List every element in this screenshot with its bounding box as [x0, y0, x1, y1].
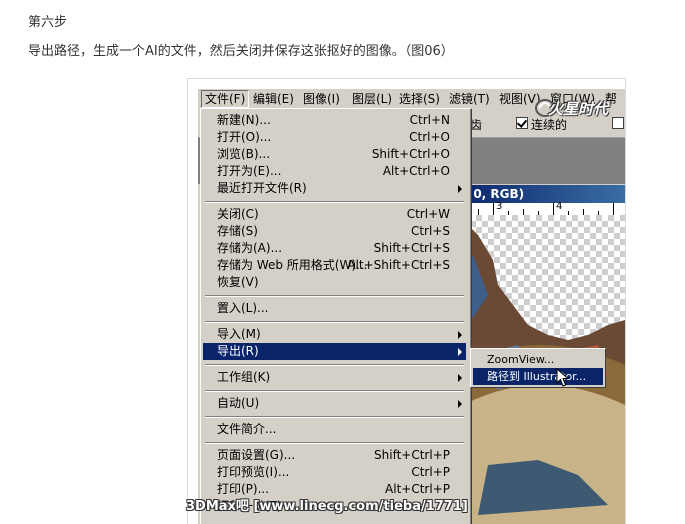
menu-item-shortcut: Shift+Ctrl+S: [373, 241, 450, 255]
menu-item-shortcut: Alt+Ctrl+O: [382, 164, 450, 178]
menu-item-label: 存储(S): [217, 224, 258, 238]
menu-item-label: 存储为(A)...: [217, 241, 283, 255]
menu-separator: [205, 201, 464, 203]
menu-separator: [205, 390, 464, 392]
menu-item-export[interactable]: 导出(R): [203, 343, 466, 360]
hxsd-logo-text: 火星时代: [548, 100, 609, 118]
submenu-arrow-icon: [458, 331, 462, 339]
menu-item-label: 导出(R): [217, 344, 259, 358]
menu-layer[interactable]: 图层(L): [349, 91, 395, 107]
menu-item-shortcut: Shift+Ctrl+P: [374, 448, 450, 462]
submenu-arrow-icon: [458, 374, 462, 382]
menu-item-label: 文件简介...: [217, 422, 277, 436]
menu-separator: [205, 295, 464, 297]
menu-separator: [205, 364, 464, 366]
step-description: 导出路径，生成一个AI的文件，然后关闭并保存这张抠好的图像。（图06）: [28, 44, 454, 59]
menu-item-revert[interactable]: 恢复(V): [203, 274, 466, 291]
menu-filter[interactable]: 滤镜(T): [446, 91, 493, 107]
document-title-bar: e 0, RGB): [458, 185, 625, 203]
mouse-cursor-icon: [556, 368, 570, 387]
menu-item-shortcut: Ctrl+W: [406, 207, 450, 221]
photoshop-window: 文件(F) 编辑(E) 图像(I) 图层(L) 选择(S) 滤镜(T) 视图(V…: [198, 89, 625, 524]
menu-item-import[interactable]: 导入(M): [203, 326, 466, 343]
menu-item-label: 工作组(K): [217, 370, 271, 384]
contiguous-checkbox[interactable]: [516, 117, 528, 129]
menu-item-place[interactable]: 置入(L)...: [203, 300, 466, 317]
watermark: 3DMax吧 [www.linecg.com/tieba/1771]: [186, 499, 468, 514]
menu-item-label: 置入(L)...: [217, 301, 269, 315]
menu-item-label: 新建(N)...: [217, 113, 271, 127]
menu-item-shortcut: Ctrl+O: [409, 130, 450, 144]
submenu-arrow-icon: [458, 348, 462, 356]
menu-item-label: 页面设置(G)...: [217, 448, 296, 462]
menu-item-label: 恢复(V): [217, 275, 259, 289]
step-title: 第六步: [28, 15, 68, 30]
submenu-arrow-icon: [458, 185, 462, 193]
submenu-item-paths-to-illustrator[interactable]: 路径到 Illustrator...: [473, 368, 603, 385]
menu-item-label: 最近打开文件(R): [217, 181, 307, 195]
menu-item-save[interactable]: 存储(S) Ctrl+S: [203, 223, 466, 240]
ruler-tick: [553, 203, 554, 215]
menu-select[interactable]: 选择(S): [396, 91, 443, 107]
menu-item-new[interactable]: 新建(N)... Ctrl+N: [203, 112, 466, 129]
export-submenu: ZoomView... 路径到 Illustrator...: [470, 348, 606, 388]
menu-item-close[interactable]: 关闭(C) Ctrl+W: [203, 206, 466, 223]
menu-item-open-as[interactable]: 打开为(E)... Alt+Ctrl+O: [203, 163, 466, 180]
menu-item-label: 打开(O)...: [217, 130, 272, 144]
menu-item-file-info[interactable]: 文件简介...: [203, 421, 466, 438]
menu-item-open[interactable]: 打开(O)... Ctrl+O: [203, 129, 466, 146]
ruler-number: 4: [556, 201, 563, 212]
menu-item-shortcut: Ctrl+S: [410, 224, 450, 238]
menu-file[interactable]: 文件(F): [201, 90, 250, 108]
menu-item-shortcut: Ctrl+P: [411, 465, 450, 479]
menu-separator: [205, 416, 464, 418]
menu-item-shortcut: Ctrl+N: [409, 113, 450, 127]
menu-item-recent-files[interactable]: 最近打开文件(R): [203, 180, 466, 197]
menu-item-shortcut: Shift+Ctrl+O: [371, 147, 450, 161]
menu-item-label: 关闭(C): [217, 207, 259, 221]
menu-item-label: 打开为(E)...: [217, 164, 282, 178]
menu-item-shortcut: Alt+Shift+Ctrl+S: [347, 258, 450, 272]
menu-edit[interactable]: 编辑(E): [250, 91, 297, 107]
submenu-item-label: ZoomView...: [487, 353, 555, 366]
ruler-number: 3: [496, 201, 503, 212]
file-menu-dropdown: 新建(N)... Ctrl+N 打开(O)... Ctrl+O 浏览(B)...…: [200, 108, 472, 524]
menu-item-save-for-web[interactable]: 存储为 Web 所用格式(W)... Alt+Shift+Ctrl+S: [203, 257, 466, 274]
menu-item-print-preview[interactable]: 打印预览(I)... Ctrl+P: [203, 464, 466, 481]
submenu-arrow-icon: [458, 400, 462, 408]
menu-item-page-setup[interactable]: 页面设置(G)... Shift+Ctrl+P: [203, 447, 466, 464]
menu-item-automate[interactable]: 自动(U): [203, 395, 466, 412]
menu-separator: [205, 321, 464, 323]
screenshot-frame: 文件(F) 编辑(E) 图像(I) 图层(L) 选择(S) 滤镜(T) 视图(V…: [187, 78, 626, 524]
menu-item-label: 导入(M): [217, 327, 261, 341]
menu-item-label: 自动(U): [217, 396, 260, 410]
menu-item-label: 浏览(B)...: [217, 147, 271, 161]
menu-item-browse[interactable]: 浏览(B)... Shift+Ctrl+O: [203, 146, 466, 163]
ruler-tick: [493, 203, 494, 215]
menu-item-label: 存储为 Web 所用格式(W)...: [217, 258, 368, 272]
menu-item-save-as[interactable]: 存储为(A)... Shift+Ctrl+S: [203, 240, 466, 257]
ruler-tick: [613, 203, 614, 215]
menu-item-label: 打印预览(I)...: [217, 465, 290, 479]
menu-item-workgroup[interactable]: 工作组(K): [203, 369, 466, 386]
menu-image[interactable]: 图像(I): [300, 91, 343, 107]
menu-separator: [205, 442, 464, 444]
submenu-item-zoomview[interactable]: ZoomView...: [473, 351, 603, 368]
